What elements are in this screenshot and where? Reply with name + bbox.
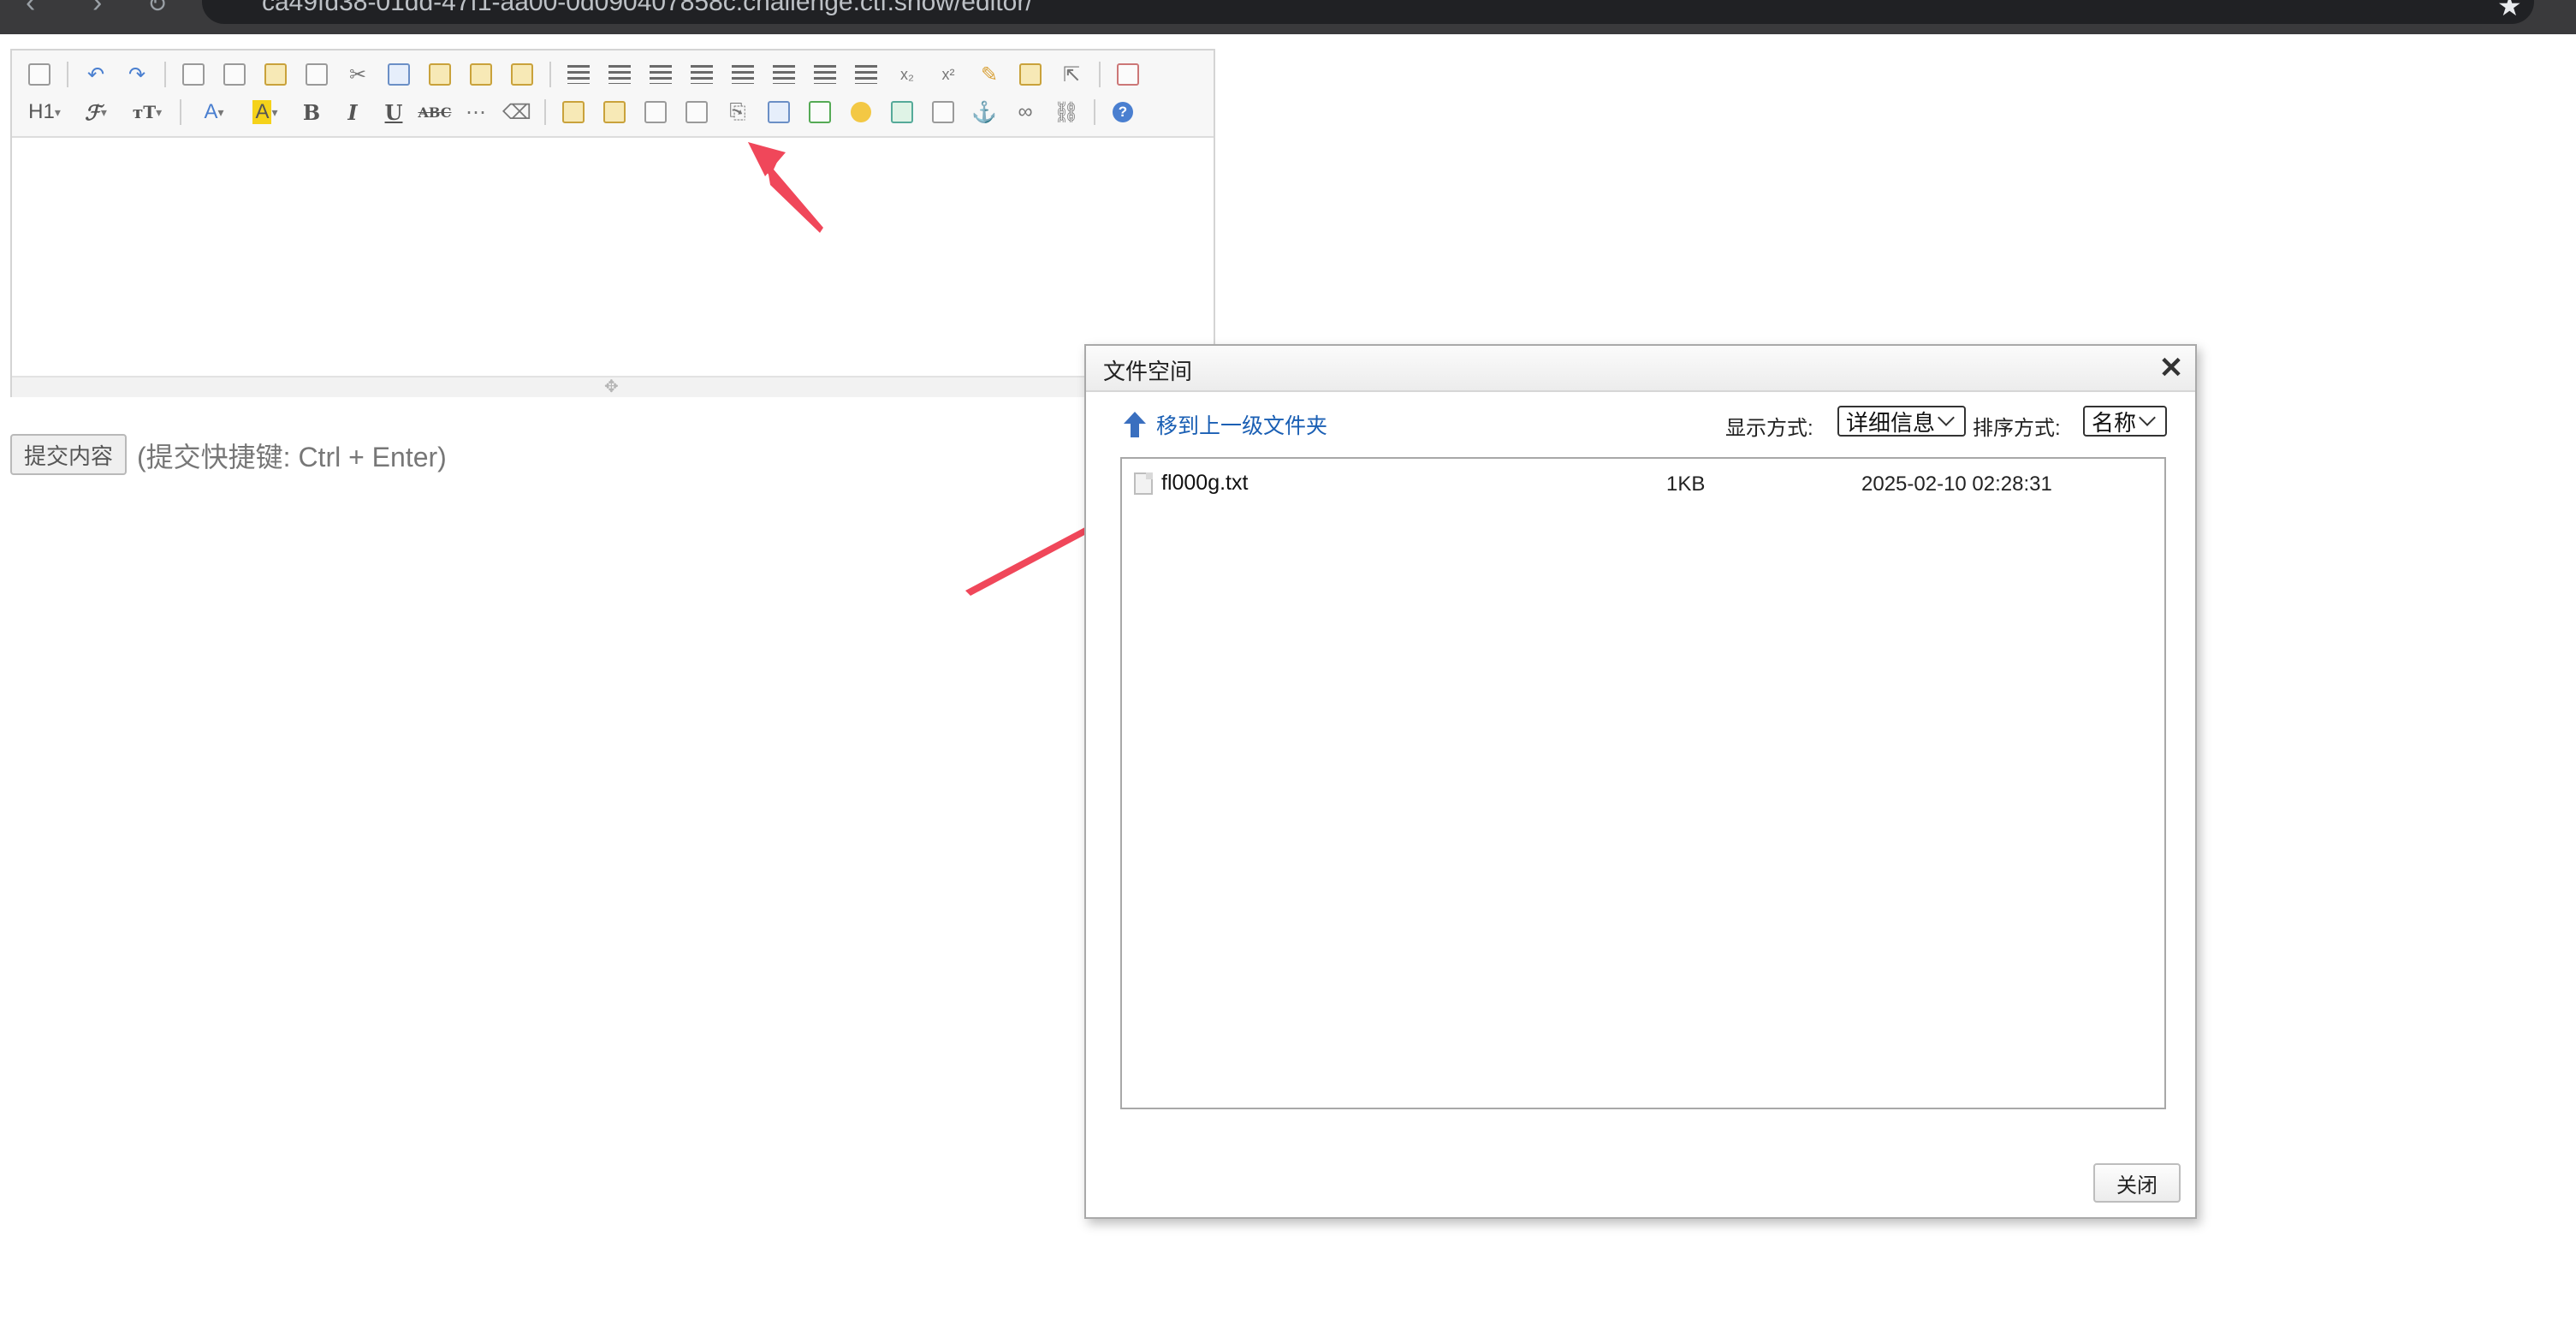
dialog-title-bar[interactable]: 文件空间 ✕ bbox=[1086, 346, 2195, 392]
rich-text-editor: ↶ ↷ ✂ x₂ x² ✎ ⇱ H1 ▾ ℱ ▾ тT ▾ A ▾ A ▾ B … bbox=[10, 49, 1215, 397]
close-icon[interactable]: ✕ bbox=[2152, 349, 2190, 387]
bookmark-star-icon[interactable]: ★ bbox=[2497, 0, 2522, 22]
paste-icon[interactable] bbox=[423, 57, 457, 92]
eraser-icon[interactable]: ⌫ bbox=[500, 95, 534, 129]
outdent-icon[interactable] bbox=[849, 57, 883, 92]
align-center-icon[interactable] bbox=[602, 57, 637, 92]
unordered-list-icon[interactable] bbox=[767, 57, 801, 92]
flash-icon[interactable] bbox=[638, 95, 673, 129]
font-family-icon[interactable]: ℱ ▾ bbox=[74, 95, 118, 129]
print-icon[interactable] bbox=[217, 57, 252, 92]
file-list: fl000g.txt 1KB 2025-02-10 02:28:31 bbox=[1120, 457, 2166, 1109]
bold-icon[interactable]: B bbox=[294, 95, 329, 129]
code-icon[interactable] bbox=[300, 57, 334, 92]
subscript-icon[interactable]: x₂ bbox=[890, 57, 924, 92]
back-icon[interactable]: ‹ bbox=[26, 0, 35, 20]
italic-icon[interactable]: I bbox=[335, 95, 370, 129]
heading-icon[interactable]: H1 ▾ bbox=[22, 95, 67, 129]
url-text: ca49fd38-01dd-47f1-aa00-0d090407858c.cha… bbox=[262, 0, 1033, 16]
undo-icon[interactable]: ↶ bbox=[79, 57, 113, 92]
editor-resize-bar[interactable]: ✥ bbox=[12, 376, 1214, 397]
file-size: 1KB bbox=[1666, 472, 1706, 496]
unlink-icon[interactable]: ⛓ bbox=[1049, 95, 1083, 129]
file-space-dialog: 文件空间 ✕ 移到上一级文件夹 显示方式: 详细信息 排序方式: 名称 fl00… bbox=[1084, 344, 2197, 1219]
arrow-up-icon bbox=[1124, 412, 1146, 437]
toolbar-row-2: H1 ▾ ℱ ▾ тT ▾ A ▾ A ▾ B I U ABC ⋯ ⌫ ⎘ ⚓ ∞ ⛓ bbox=[22, 94, 1147, 130]
copy-icon[interactable] bbox=[382, 57, 416, 92]
page-break-icon[interactable] bbox=[926, 95, 960, 129]
select-all-icon[interactable] bbox=[1013, 57, 1048, 92]
preview-icon[interactable] bbox=[176, 57, 211, 92]
highlight-icon[interactable]: A ▾ bbox=[243, 95, 288, 129]
paste-word-icon[interactable] bbox=[505, 57, 539, 92]
toolbar-separator bbox=[164, 62, 166, 87]
font-size-icon[interactable]: тT ▾ bbox=[125, 95, 169, 129]
editor-toolbar: ↶ ↷ ✂ x₂ x² ✎ ⇱ H1 ▾ ℱ ▾ тT ▾ A ▾ A ▾ B … bbox=[12, 51, 1214, 138]
toolbar-separator bbox=[67, 62, 68, 87]
submit-content-button[interactable]: 提交内容 bbox=[10, 434, 127, 475]
sort-mode-select[interactable]: 名称 bbox=[2083, 406, 2167, 437]
superscript-icon[interactable]: x² bbox=[931, 57, 965, 92]
paste-text-icon[interactable] bbox=[464, 57, 498, 92]
underline-icon[interactable]: U bbox=[377, 95, 411, 129]
image-icon[interactable] bbox=[556, 95, 591, 129]
clear-format-icon[interactable]: ✎ bbox=[972, 57, 1006, 92]
reload-icon[interactable]: ↻ bbox=[147, 0, 167, 18]
ordered-list-icon[interactable] bbox=[726, 57, 760, 92]
redo-icon[interactable]: ↷ bbox=[120, 57, 154, 92]
view-mode-value: 详细信息 bbox=[1846, 409, 1936, 436]
emoticon-icon[interactable] bbox=[844, 95, 878, 129]
browser-chrome: ‹ › ↻ ca49fd38-01dd-47f1-aa00-0d09040785… bbox=[0, 0, 2576, 34]
chevron-down-icon bbox=[1938, 409, 1955, 426]
template-icon[interactable] bbox=[258, 57, 293, 92]
toolbar-row-1: ↶ ↷ ✂ x₂ x² ✎ ⇱ bbox=[22, 56, 1152, 92]
file-date: 2025-02-10 02:28:31 bbox=[1861, 472, 2052, 496]
toolbar-separator bbox=[1099, 62, 1101, 87]
toolbar-separator bbox=[544, 99, 546, 125]
close-button[interactable]: 关闭 bbox=[2093, 1163, 2181, 1203]
source-icon[interactable] bbox=[22, 57, 56, 92]
align-right-icon[interactable] bbox=[644, 57, 678, 92]
align-left-icon[interactable] bbox=[561, 57, 596, 92]
chevron-down-icon bbox=[2139, 409, 2156, 426]
attachment-icon[interactable]: ⎘ bbox=[721, 95, 755, 129]
table-icon[interactable] bbox=[762, 95, 796, 129]
anchor-icon[interactable]: ⚓ bbox=[967, 95, 1001, 129]
up-folder-label: 移到上一级文件夹 bbox=[1156, 414, 1328, 438]
shortcut-hint: (提交快捷键: Ctrl + Enter) bbox=[137, 442, 447, 472]
file-name[interactable]: fl000g.txt bbox=[1161, 471, 1248, 496]
dialog-title: 文件空间 bbox=[1103, 359, 1193, 384]
baidu-map-icon[interactable] bbox=[885, 95, 919, 129]
strikethrough-icon[interactable]: ABC bbox=[418, 95, 452, 129]
media-icon[interactable] bbox=[680, 95, 714, 129]
toolbar-separator bbox=[180, 99, 181, 125]
justify-icon[interactable] bbox=[685, 57, 719, 92]
sort-mode-label: 排序方式: bbox=[1973, 417, 2061, 440]
address-bar[interactable]: ca49fd38-01dd-47f1-aa00-0d090407858c.cha… bbox=[202, 0, 2534, 24]
forward-icon[interactable]: › bbox=[92, 0, 102, 20]
multi-image-icon[interactable] bbox=[597, 95, 632, 129]
toolbar-separator bbox=[1094, 99, 1095, 125]
help-icon[interactable]: ? bbox=[1106, 95, 1140, 129]
cut-icon[interactable]: ✂ bbox=[341, 57, 375, 92]
resize-handle-icon[interactable]: ✥ bbox=[604, 378, 619, 395]
font-color-icon[interactable]: A ▾ bbox=[192, 95, 236, 129]
toolbar-separator bbox=[549, 62, 551, 87]
sort-mode-value: 名称 bbox=[2092, 409, 2137, 436]
file-icon bbox=[1134, 472, 1153, 495]
cursor-icon[interactable]: ⇱ bbox=[1054, 57, 1089, 92]
file-row[interactable]: fl000g.txt 1KB 2025-02-10 02:28:31 bbox=[1122, 464, 2163, 503]
editor-content-area[interactable] bbox=[12, 138, 1214, 377]
up-folder-link[interactable]: 移到上一级文件夹 bbox=[1122, 407, 1327, 442]
indent-icon[interactable] bbox=[808, 57, 842, 92]
view-mode-label: 显示方式: bbox=[1725, 417, 1813, 440]
horizontal-rule-icon[interactable]: ⋯ bbox=[459, 95, 493, 129]
insert-line-icon[interactable] bbox=[803, 95, 837, 129]
fullscreen-icon[interactable] bbox=[1111, 57, 1145, 92]
view-mode-select[interactable]: 详细信息 bbox=[1837, 406, 1966, 437]
link-icon[interactable]: ∞ bbox=[1008, 95, 1042, 129]
